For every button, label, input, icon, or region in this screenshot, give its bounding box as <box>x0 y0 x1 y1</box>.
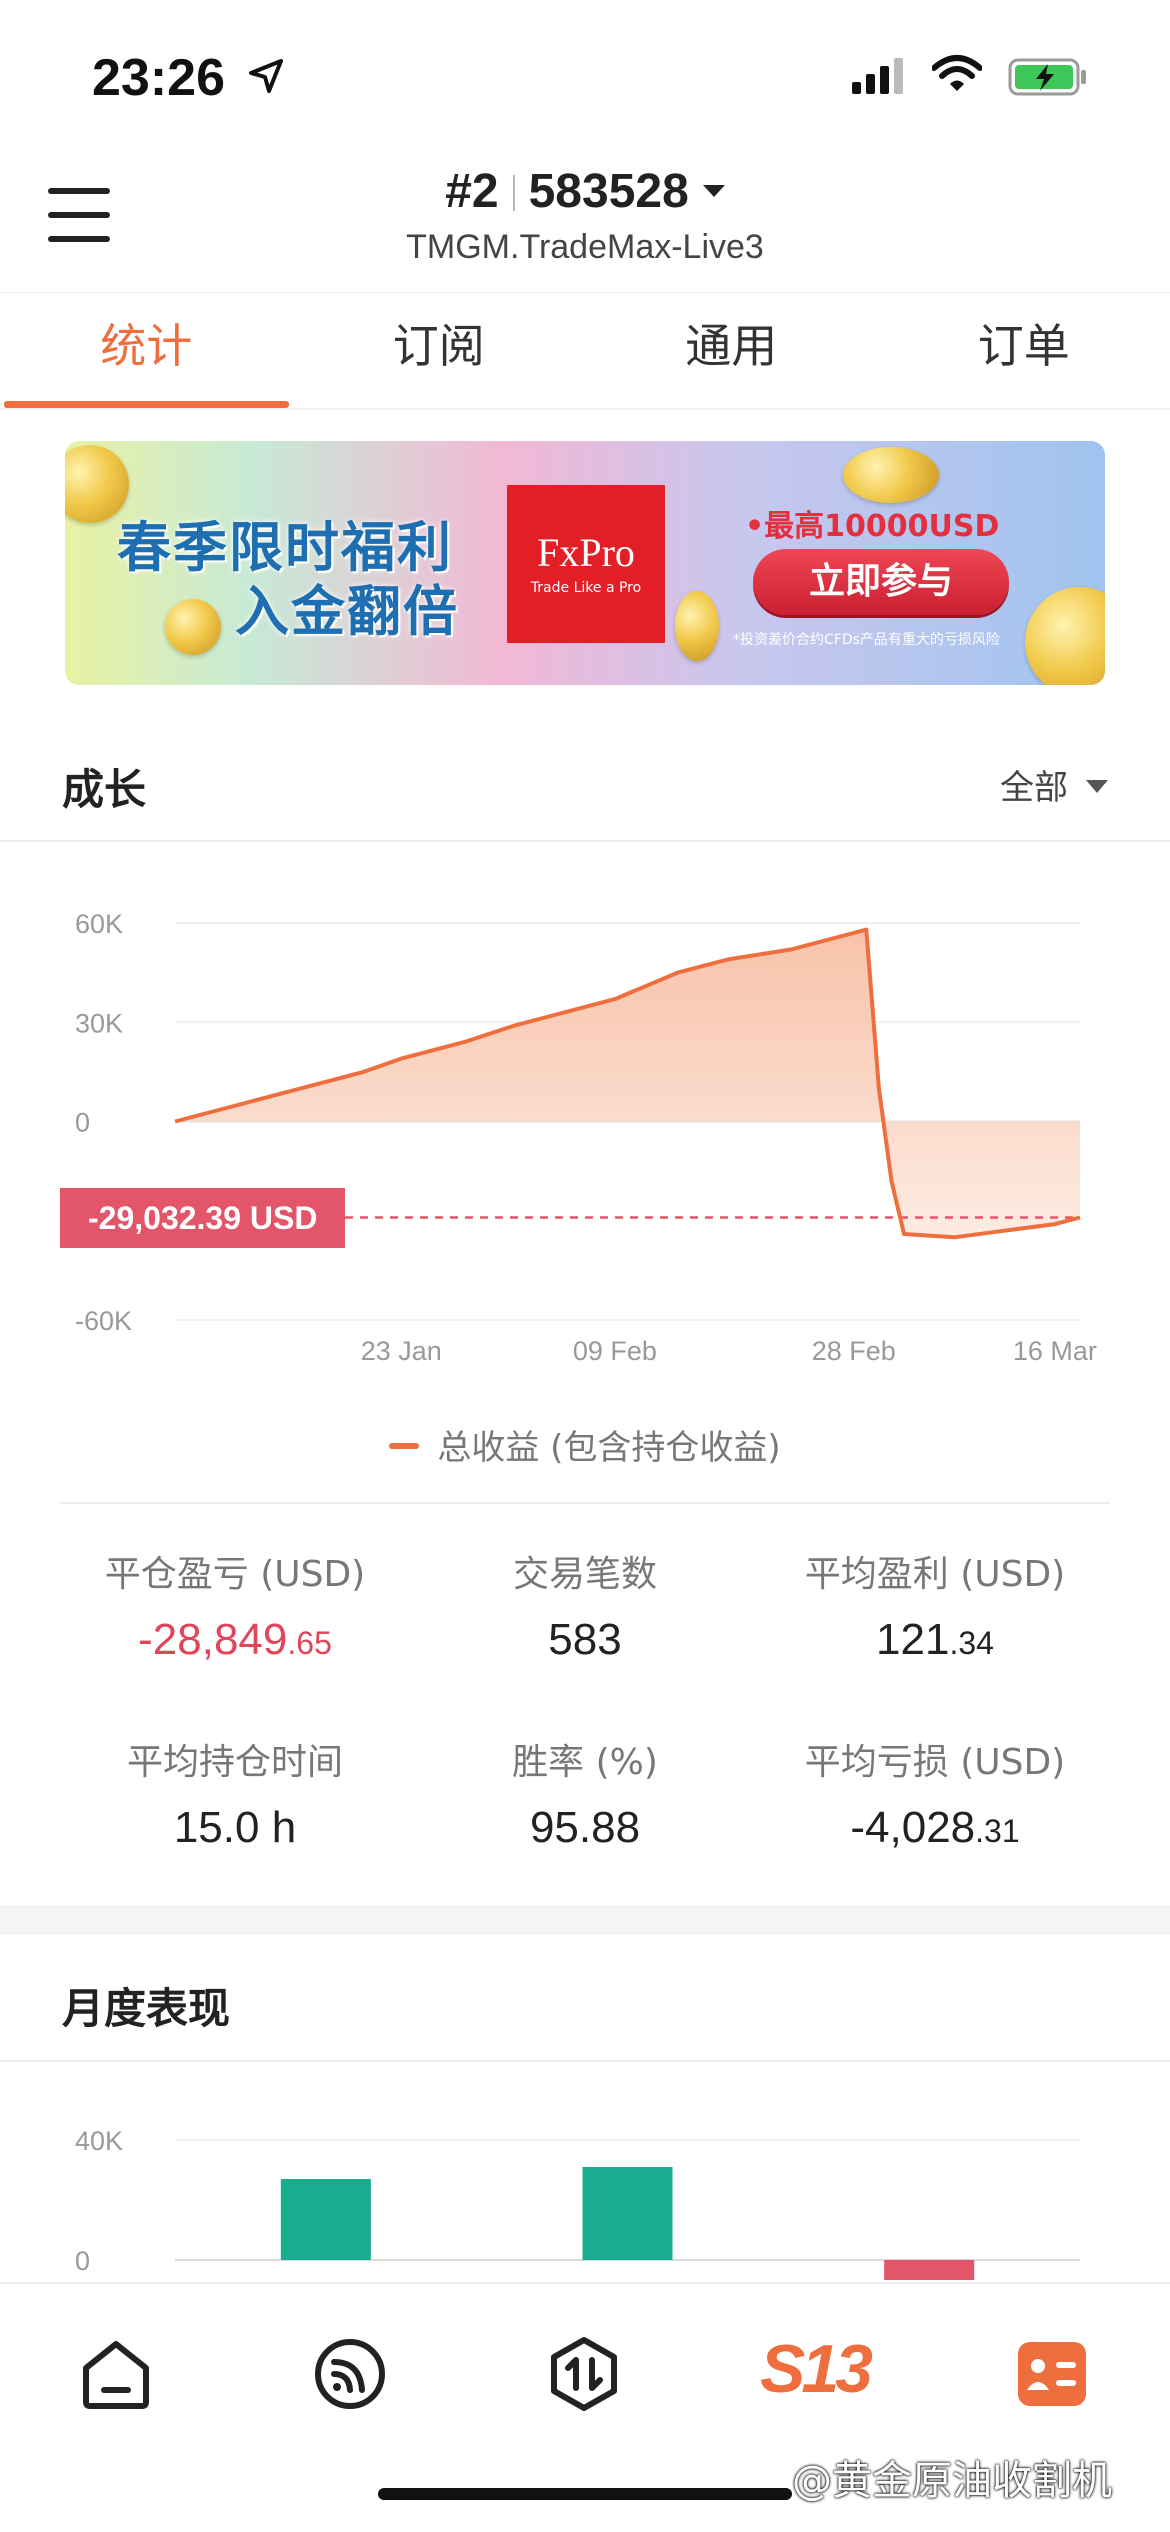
x-tick-label: 28 Feb <box>812 1336 896 1366</box>
battery-charging-icon <box>1008 58 1086 96</box>
stat-value-int: 583 <box>548 1615 622 1664</box>
server-name: TMGM.TradeMax-Live3 <box>406 228 764 266</box>
stat-label: 胜率 (%) <box>512 1742 658 1783</box>
signal-icon[interactable] <box>312 2336 388 2412</box>
legend-label: 总收益 (包含持仓收益) <box>437 1428 781 1468</box>
home-icon[interactable] <box>78 2336 154 2412</box>
cellular-signal-icon <box>852 58 903 94</box>
stat-value-dec: .65 <box>287 1625 332 1661</box>
stat-value-int: 95.88 <box>529 1803 641 1852</box>
tab-statistics[interactable]: 统计 <box>0 293 293 408</box>
watermark: @黄金原油收割机 <box>792 2458 1112 2504</box>
coin-decoration <box>165 599 221 655</box>
status-time: 23:26 <box>92 49 225 107</box>
monthly-bar <box>280 2179 371 2260</box>
wifi-icon <box>932 55 982 91</box>
range-filter-dropdown[interactable]: 全部 <box>1000 760 1108 809</box>
caret-down-icon <box>702 185 725 197</box>
brand-name: FxPro <box>537 530 635 575</box>
growth-chart-svg: 60K 30K 0 -60K 23 Jan 09 Feb 28 Feb 16 Mar <box>75 909 1097 1366</box>
stat-value-dec: .34 <box>949 1625 994 1661</box>
location-arrow-icon <box>249 59 283 93</box>
stat-value-int: 121 <box>876 1615 950 1664</box>
y-tick-label: -60K <box>75 1306 132 1336</box>
stat-value-int: -28,849 <box>138 1615 288 1664</box>
monthly-bar <box>582 2167 673 2260</box>
y-tick-label: 0 <box>75 2246 90 2276</box>
stat-trade-count: 交易笔数 583 <box>390 1545 780 1665</box>
y-tick-label: 30K <box>75 1008 123 1038</box>
stat-label: 平均盈利 (USD) <box>804 1554 1066 1595</box>
tab-orders[interactable]: 订单 <box>878 293 1170 408</box>
stat-avg-holding-time: 平均持仓时间 15.0 h <box>40 1733 430 1853</box>
home-indicator <box>378 2488 792 2500</box>
status-bar: 23:26 <box>0 0 1170 150</box>
monthly-title: 月度表现 <box>62 1984 231 2033</box>
monthly-bar <box>884 2260 975 2284</box>
y-tick-label: 0 <box>75 1108 90 1138</box>
stat-value-dec: .31 <box>975 1813 1020 1849</box>
stat-value: 95.88 <box>390 1803 780 1853</box>
growth-title: 成长 <box>62 765 147 814</box>
y-tick-label: 60K <box>75 909 123 939</box>
stat-label: 交易笔数 <box>512 1554 657 1595</box>
stat-avg-profit: 平均盈利 (USD) 121.34 <box>740 1545 1130 1665</box>
monthly-header: 月度表现 <box>0 1935 1170 2055</box>
x-tick-label: 23 Jan <box>361 1336 442 1366</box>
stat-value: 121.34 <box>740 1615 1130 1665</box>
banner-join-button[interactable]: 立即参与 <box>753 549 1009 615</box>
banner-max-offer: •最高10000USD <box>745 509 1000 544</box>
x-tick-label: 16 Mar <box>1013 1336 1097 1366</box>
range-filter-value: 全部 <box>1000 768 1068 808</box>
stat-closed-pnl: 平仓盈亏 (USD) -28,849.65 <box>40 1545 430 1665</box>
promo-banner[interactable]: 春季限时福利 入金翻倍 FxPro Trade Like a Pro •最高10… <box>65 441 1105 685</box>
stat-avg-loss: 平均亏损 (USD) -4,028.31 <box>740 1733 1130 1853</box>
stat-label: 平仓盈亏 (USD) <box>104 1554 366 1595</box>
growth-chart[interactable]: 60K 30K 0 -60K 23 Jan 09 Feb 28 Feb 16 Mar -29,… <box>0 845 1170 1405</box>
tab-general[interactable]: 通用 <box>585 293 878 408</box>
coin-decoration <box>843 447 939 503</box>
stat-win-rate: 胜率 (%) 95.88 <box>390 1733 780 1853</box>
stat-label: 平均持仓时间 <box>126 1742 343 1783</box>
stat-value: -28,849.65 <box>40 1615 430 1665</box>
banner-subheadline: 入金翻倍 <box>235 580 459 643</box>
stat-value: 15.0 h <box>40 1803 430 1853</box>
app-header: #2 583528 TMGM.TradeMax-Live3 <box>0 150 1170 290</box>
stat-value-int: -4,028 <box>850 1803 976 1852</box>
caret-down-icon <box>1086 780 1108 793</box>
section-divider <box>0 840 1170 842</box>
banner-risk-note: *投资差价合约CFDs产品有重大的亏损风险 <box>733 632 1000 648</box>
s13-logo[interactable]: S13 <box>760 2330 873 2407</box>
stat-value: -4,028.31 <box>740 1803 1130 1853</box>
stat-label: 平均亏损 (USD) <box>804 1742 1066 1783</box>
section-divider <box>60 1502 1110 1504</box>
x-tick-label: 09 Feb <box>573 1336 657 1366</box>
current-value-badge: -29,032.39 USD <box>60 1188 346 1248</box>
y-tick-label: 40K <box>75 2126 123 2156</box>
account-number: 583528 <box>528 165 689 218</box>
top-tabs: 统计 订阅 通用 订单 <box>0 292 1170 410</box>
chart-legend: 总收益 (包含持仓收益) <box>0 1420 1170 1469</box>
stat-value: 583 <box>390 1615 780 1665</box>
growth-header: 成长 全部 <box>0 720 1170 840</box>
tab-subscribe[interactable]: 订阅 <box>293 293 586 408</box>
monthly-chart-svg: 40K 0 <box>75 2126 1080 2284</box>
coin-decoration <box>1025 587 1105 685</box>
legend-swatch <box>389 1443 420 1449</box>
section-gap <box>0 1905 1170 1935</box>
account-index: #2 <box>445 165 499 218</box>
coin-decoration <box>675 591 719 661</box>
account-separator <box>512 175 515 211</box>
monthly-chart[interactable]: 40K 0 <box>0 2060 1170 2284</box>
profile-card-icon[interactable] <box>1014 2336 1090 2412</box>
fxpro-logo: FxPro Trade Like a Pro <box>507 485 665 643</box>
account-selector[interactable]: #2 583528 <box>0 164 1170 219</box>
trade-icon[interactable] <box>546 2336 622 2412</box>
stat-value-int: 15.0 h <box>173 1803 297 1852</box>
brand-slogan: Trade Like a Pro <box>530 580 642 596</box>
